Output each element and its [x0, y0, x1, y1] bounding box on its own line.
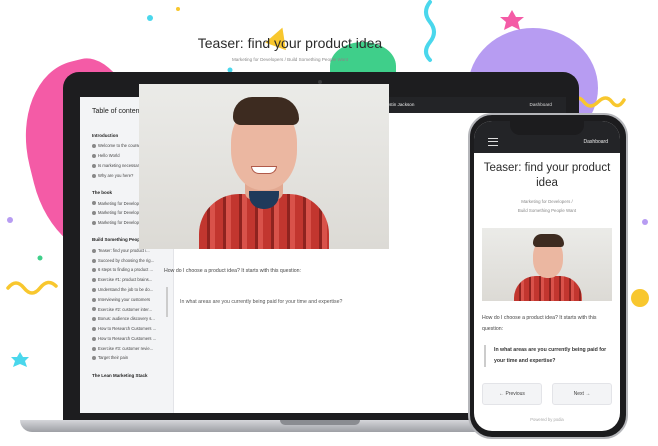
lesson-icon [92, 336, 96, 341]
lesson-quote: In what areas are you currently being pa… [484, 345, 612, 367]
toc-section: The Lean Marketing Stack [80, 369, 173, 381]
lesson-question: How do I choose a product idea? It start… [164, 268, 301, 274]
lesson-question: How do I choose a product idea? It start… [482, 315, 597, 332]
toc-item[interactable]: Exercise #1: product brains... [80, 275, 173, 285]
lesson-icon [92, 248, 96, 253]
toc-item[interactable]: Succeed by choosing the rig... [80, 255, 173, 265]
previous-button[interactable]: ← Previous [482, 383, 542, 405]
toc-item[interactable]: Understand the job to be do... [80, 285, 173, 295]
phone-screen: Dashboard Teaser: find your product idea… [474, 121, 620, 431]
lesson-icon [92, 163, 96, 168]
toc-item[interactable]: Exercise #2: customer inter... [80, 304, 173, 314]
lesson-icon [92, 317, 96, 322]
lesson-icon [92, 297, 96, 302]
presenter-smile [251, 166, 277, 174]
lesson-icon [92, 327, 96, 331]
lesson-title: Teaser: find your product idea [197, 35, 383, 51]
laptop-notch [280, 420, 360, 425]
lesson-icon [92, 154, 96, 159]
lesson-video[interactable] [139, 84, 389, 249]
lesson-icon [92, 346, 96, 351]
lesson-icon [92, 201, 96, 206]
toc-item[interactable]: Bonus: audience discovery s... [80, 314, 173, 324]
lesson-icon [92, 211, 96, 216]
lesson-icon [92, 268, 96, 273]
toc-item[interactable]: Target their pain [80, 353, 173, 363]
lesson-icon [92, 258, 96, 263]
presenter-shirt [514, 276, 582, 301]
menu-icon[interactable] [488, 138, 498, 146]
lesson-icon [92, 356, 96, 361]
lesson-icon [92, 307, 96, 312]
presenter-hair [533, 234, 564, 247]
toc-item[interactable]: Exercise #3: customer revie... [80, 343, 173, 353]
powered-by: Powered by podia [530, 417, 564, 422]
breadcrumb[interactable]: Marketing for Developers / Build Somethi… [94, 57, 486, 62]
toc-item[interactable]: How to Research Customers ... [80, 324, 173, 334]
dashboard-link[interactable]: Dashboard [530, 102, 552, 107]
lesson-icon [92, 173, 96, 178]
presenter-hair [233, 97, 299, 125]
lesson-title: Teaser: find your product idea [483, 162, 611, 189]
lesson-icon [92, 287, 96, 292]
breadcrumb-line: Build Something People Want [517, 208, 577, 213]
toc-item[interactable]: 6 steps to finding a product ... [80, 265, 173, 275]
next-button[interactable]: Next → [552, 383, 612, 405]
dashboard-link[interactable]: Dashboard [584, 139, 608, 145]
lesson-icon [92, 278, 96, 283]
breadcrumb[interactable]: Marketing for Developers / Build Somethi… [474, 197, 620, 215]
lesson-video[interactable] [482, 228, 612, 301]
lesson-icon [92, 144, 96, 149]
toc-item[interactable]: How to Research Customers ... [80, 334, 173, 344]
phone-notch [510, 121, 584, 135]
toc-item[interactable]: Interviewing your customers [80, 294, 173, 304]
breadcrumb-line: Marketing for Developers / [521, 199, 573, 204]
lesson-icon [92, 220, 96, 225]
lesson-quote: In what areas are you currently being pa… [166, 287, 356, 317]
toc-section: Build Something People Want Teaser: find… [80, 233, 173, 362]
toc-section-heading: The Lean Marketing Stack [92, 372, 148, 378]
